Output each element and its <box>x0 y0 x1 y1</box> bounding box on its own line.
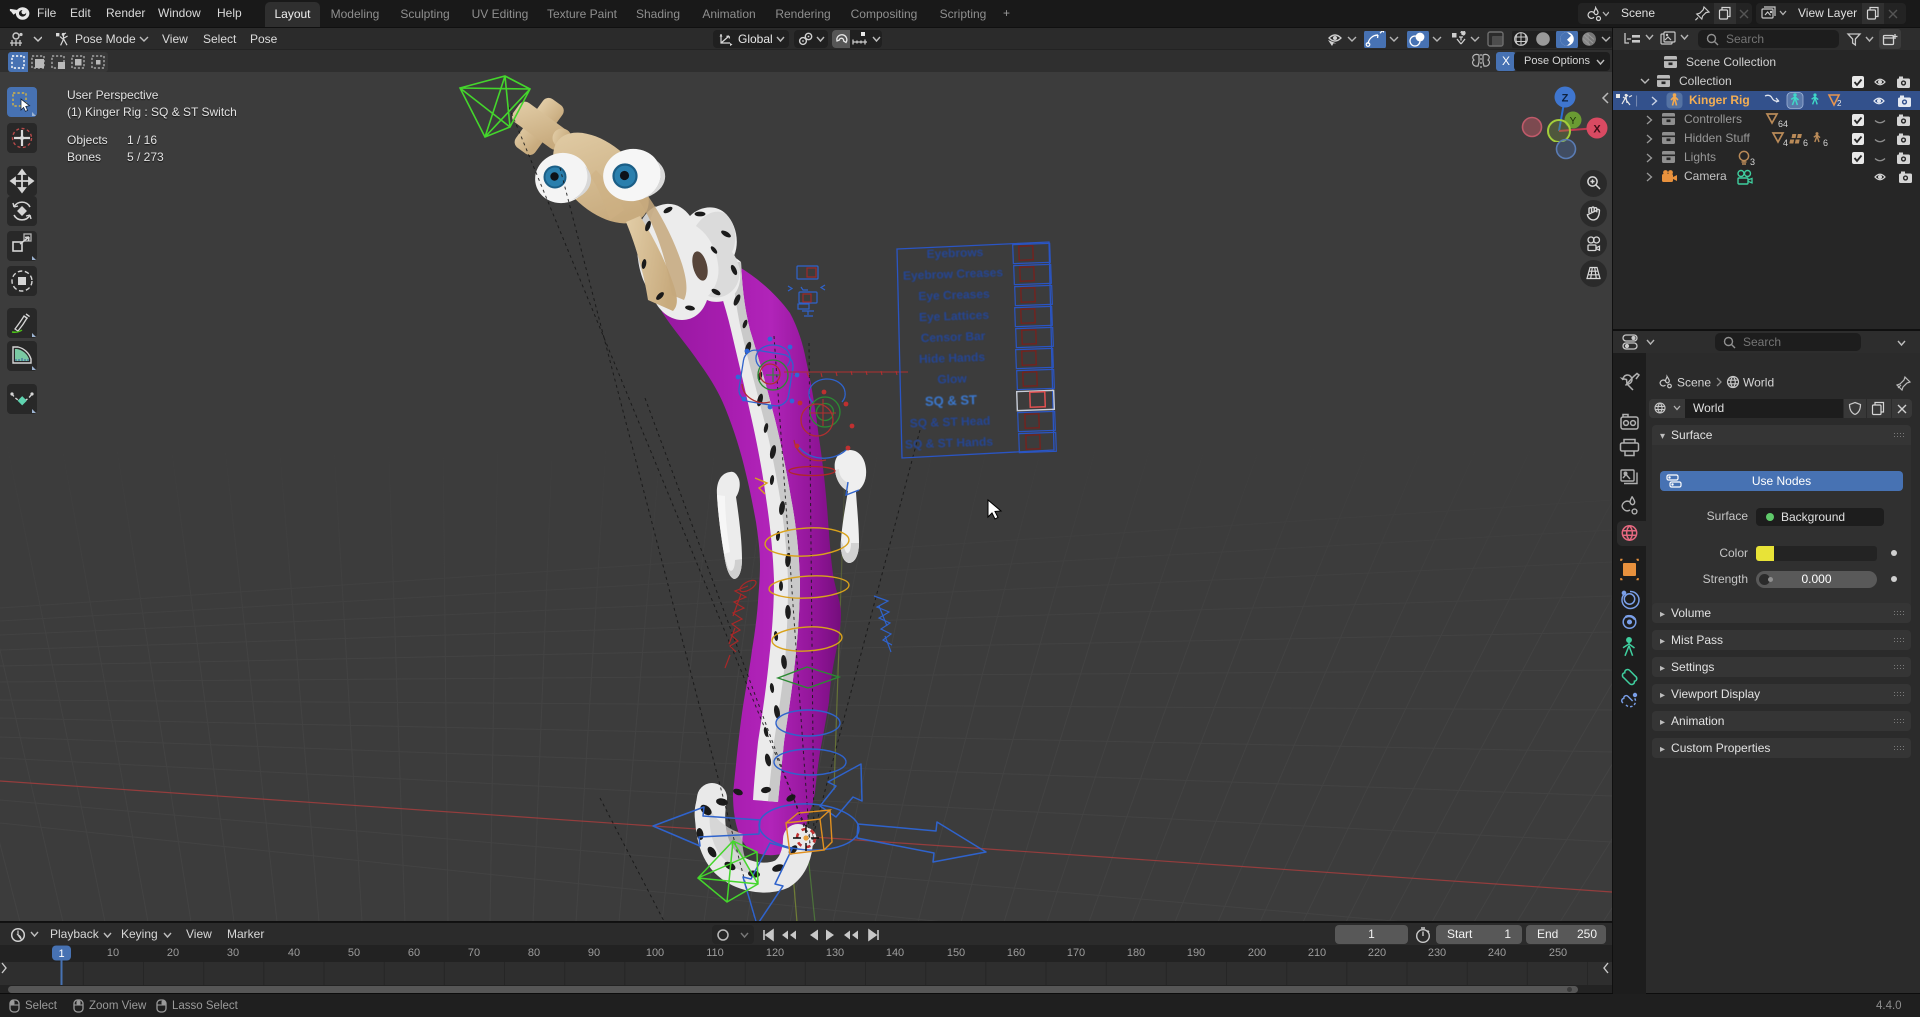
svg-text:Censor Bar: Censor Bar <box>920 329 985 345</box>
svg-text:2: 2 <box>1837 99 1842 108</box>
svg-text:Glow: Glow <box>937 371 967 386</box>
svg-text:Y: Y <box>1570 116 1577 127</box>
svg-text:64: 64 <box>1778 119 1788 128</box>
svg-text:World: World <box>1743 376 1774 390</box>
svg-text:1: 1 <box>58 948 64 960</box>
svg-text:6: 6 <box>1823 138 1828 147</box>
svg-text:Eye Creases: Eye Creases <box>918 287 990 303</box>
svg-text:Eyebrows: Eyebrows <box>926 245 983 261</box>
svg-text:Scene: Scene <box>1677 376 1711 390</box>
svg-text:SQ & ST: SQ & ST <box>925 392 978 409</box>
svg-text:6: 6 <box>1803 138 1808 147</box>
svg-text:4: 4 <box>1783 138 1788 147</box>
svg-text:Hide Hands: Hide Hands <box>919 350 986 366</box>
svg-text:X: X <box>1593 124 1601 136</box>
svg-text:SQ & ST Head: SQ & ST Head <box>909 414 990 431</box>
svg-text:3: 3 <box>1750 157 1755 166</box>
svg-text:Eye Lattices: Eye Lattices <box>919 308 990 324</box>
svg-text:Z: Z <box>1562 93 1569 105</box>
